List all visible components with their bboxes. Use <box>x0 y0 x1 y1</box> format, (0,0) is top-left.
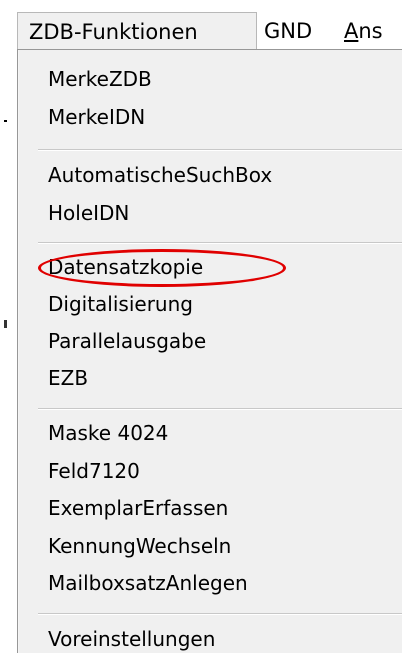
screenshot-root: ZDB-Funktionen GND Ans MerkeZDB MerkeIDN… <box>0 0 402 653</box>
menu-zdb-funktionen[interactable]: ZDB-Funktionen <box>17 12 257 50</box>
menu-separator <box>38 242 402 244</box>
menu-item-merkeidn[interactable]: MerkeIDN <box>48 100 145 134</box>
menu-separator <box>38 149 402 151</box>
menu-separator <box>38 613 402 615</box>
menu-item-kennungwechseln[interactable]: KennungWechseln <box>48 529 231 563</box>
menu-item-feld7120[interactable]: Feld7120 <box>48 454 140 488</box>
menu-item-parallelausgabe[interactable]: Parallelausgabe <box>48 324 206 358</box>
menu-separator <box>38 408 402 410</box>
menu-item-merkezdb[interactable]: MerkeZDB <box>48 62 152 96</box>
menu-item-ezb[interactable]: EZB <box>48 361 88 395</box>
menu-item-automatischesuchbox[interactable]: AutomatischeSuchBox <box>48 158 272 192</box>
menu-gnd[interactable]: GND <box>264 12 312 50</box>
background-window-fragment <box>4 120 7 122</box>
menu-item-digitalisierung[interactable]: Digitalisierung <box>48 287 193 321</box>
menu-ansicht-label-rest: ns <box>358 19 383 43</box>
menu-item-exemplarerfassen[interactable]: ExemplarErfassen <box>48 491 228 525</box>
background-window-fragment <box>4 320 7 328</box>
menu-item-voreinstellungen[interactable]: Voreinstellungen <box>48 622 215 653</box>
menu-ansicht[interactable]: Ans <box>344 12 383 50</box>
menu-ansicht-accelerator: A <box>344 19 359 43</box>
menu-bar: ZDB-Funktionen GND Ans <box>0 0 402 50</box>
menu-item-datensatzkopie[interactable]: Datensatzkopie <box>48 250 203 284</box>
menu-item-mailboxsatzanlegen[interactable]: MailboxsatzAnlegen <box>48 566 248 600</box>
zdb-funktionen-dropdown: MerkeZDB MerkeIDN AutomatischeSuchBox Ho… <box>17 49 402 653</box>
menu-item-holeidn[interactable]: HoleIDN <box>48 196 129 230</box>
menu-item-maske-4024[interactable]: Maske 4024 <box>48 416 168 450</box>
